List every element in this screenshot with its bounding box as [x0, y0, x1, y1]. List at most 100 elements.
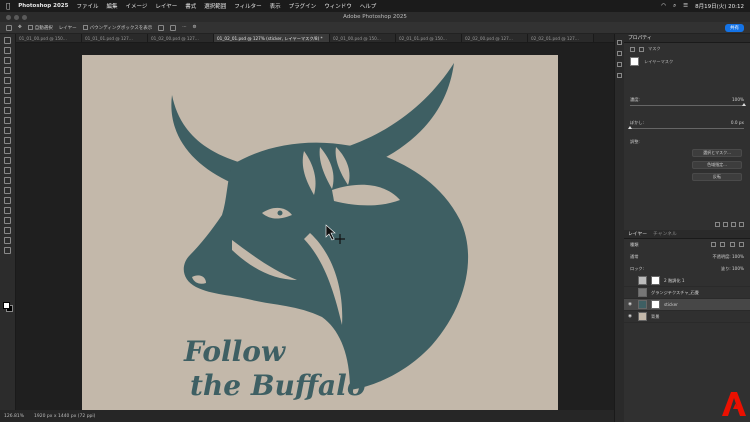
- invert-button[interactable]: 反転: [692, 173, 742, 181]
- eyedropper-tool-icon[interactable]: [4, 97, 11, 104]
- vector-mask-icon[interactable]: [639, 46, 644, 52]
- layer-row-threshold[interactable]: 2 階調化 1: [624, 275, 750, 287]
- delete-mask-icon[interactable]: [739, 222, 744, 227]
- lasso-tool-icon[interactable]: [4, 57, 11, 64]
- minimize-window-button[interactable]: [14, 15, 19, 20]
- tab-01-02-01[interactable]: 01_02_01.psd @ 127% (sticker, レイヤーマスク/8)…: [214, 34, 330, 42]
- object-select-tool-icon[interactable]: [4, 67, 11, 74]
- tab-layers[interactable]: レイヤー: [628, 230, 647, 238]
- share-button[interactable]: 共有: [725, 23, 744, 32]
- zoom-window-button[interactable]: [22, 15, 27, 20]
- tab-properties[interactable]: プロパティ: [628, 34, 652, 42]
- distribute-icon[interactable]: [170, 24, 177, 31]
- apply-mask-icon[interactable]: [723, 222, 728, 227]
- frame-tool-icon[interactable]: [4, 87, 11, 94]
- menu-image[interactable]: イメージ: [126, 2, 148, 10]
- tab-channels[interactable]: チャンネル: [653, 230, 677, 238]
- filter-shape-icon[interactable]: [739, 242, 744, 247]
- brush-tool-icon[interactable]: [4, 117, 11, 124]
- layer-row-sticker[interactable]: ◉ sticker: [624, 299, 750, 311]
- more-icon[interactable]: ···: [182, 25, 186, 30]
- pixel-mask-icon[interactable]: [630, 46, 635, 52]
- blur-tool-icon[interactable]: [4, 167, 11, 174]
- fill-value[interactable]: 100%: [732, 266, 744, 271]
- feather-slider-handle[interactable]: [628, 126, 632, 129]
- zoom-level[interactable]: 126.81%: [4, 414, 24, 419]
- eraser-tool-icon[interactable]: [4, 147, 11, 154]
- adjustments-panel-icon[interactable]: [617, 51, 622, 56]
- color-range-button[interactable]: 色域指定...: [692, 161, 742, 169]
- menu-edit[interactable]: 編集: [106, 2, 117, 10]
- zoom-tool-icon[interactable]: [4, 237, 11, 244]
- gradient-tool-icon[interactable]: [4, 157, 11, 164]
- feather-value[interactable]: 0.0 px: [731, 120, 744, 126]
- target-dropdown[interactable]: レイヤー: [59, 25, 77, 31]
- home-icon[interactable]: [6, 24, 12, 31]
- layer-kind-filter[interactable]: 種類: [630, 242, 638, 248]
- canvas-area[interactable]: Follow the Buffalo: [16, 43, 614, 415]
- hand-tool-icon[interactable]: [4, 227, 11, 234]
- tab-02-02-00[interactable]: 02_02_00.psd @ 127...: [462, 34, 528, 42]
- stamp-tool-icon[interactable]: [4, 127, 11, 134]
- menu-plugins[interactable]: プラグイン: [289, 2, 317, 10]
- move-tool-icon[interactable]: [4, 37, 11, 44]
- close-window-button[interactable]: [6, 15, 11, 20]
- align-icon[interactable]: [158, 24, 165, 31]
- tab-01-01-00[interactable]: 01_01_00.psd @ 150...: [16, 34, 82, 42]
- tab-01-01-01[interactable]: 01_01_01.psd @ 127...: [82, 34, 148, 42]
- control-center-icon[interactable]: ☰: [683, 3, 688, 9]
- filter-adjust-icon[interactable]: [720, 242, 726, 247]
- pen-tool-icon[interactable]: [4, 187, 11, 194]
- settings-icon[interactable]: ⚙: [193, 25, 197, 30]
- marquee-tool-icon[interactable]: [4, 47, 11, 54]
- wifi-icon[interactable]: ◠: [661, 3, 666, 9]
- document-canvas[interactable]: Follow the Buffalo: [82, 55, 558, 415]
- color-panel-icon[interactable]: [617, 73, 622, 78]
- opacity-value[interactable]: 100%: [732, 254, 744, 259]
- density-slider[interactable]: [630, 103, 746, 106]
- filter-pixel-icon[interactable]: [710, 242, 716, 247]
- menu-file[interactable]: ファイル: [76, 2, 98, 10]
- layer-row-background[interactable]: ◉ 背景: [624, 311, 750, 323]
- blend-mode-dropdown[interactable]: 通常: [630, 254, 638, 260]
- feather-slider[interactable]: [628, 126, 744, 129]
- eye-icon[interactable]: ◉: [628, 314, 634, 319]
- move-tool-icon[interactable]: ✥: [18, 25, 22, 30]
- healing-tool-icon[interactable]: [4, 107, 11, 114]
- filter-type-icon[interactable]: [729, 242, 735, 247]
- clock[interactable]: 8月19日(火) 20:12: [695, 2, 744, 10]
- more-tools-icon[interactable]: [4, 247, 11, 254]
- menu-select[interactable]: 選択範囲: [204, 2, 226, 10]
- menu-help[interactable]: ヘルプ: [360, 2, 377, 10]
- dodge-tool-icon[interactable]: [4, 177, 11, 184]
- foreground-color-swatch[interactable]: [3, 302, 10, 309]
- search-icon[interactable]: ⌕: [673, 3, 676, 10]
- app-menu[interactable]: Photoshop 2025: [18, 3, 68, 9]
- menu-view[interactable]: 表示: [270, 2, 281, 10]
- menu-type[interactable]: 書式: [185, 2, 196, 10]
- layer-row-texture[interactable]: グランジテクスチャ_石畳: [624, 287, 750, 299]
- shape-tool-icon[interactable]: [4, 217, 11, 224]
- tab-02-02-01[interactable]: 02_02_01.psd @ 127...: [528, 34, 594, 42]
- select-and-mask-button[interactable]: 選択とマスク...: [692, 149, 742, 157]
- type-tool-icon[interactable]: [4, 197, 11, 204]
- disable-mask-icon[interactable]: [731, 222, 736, 227]
- apple-icon[interactable]: : [6, 2, 10, 10]
- menu-filter[interactable]: フィルター: [234, 2, 261, 10]
- tab-01-02-00[interactable]: 01_02_00.psd @ 127...: [148, 34, 214, 42]
- history-panel-icon[interactable]: [617, 40, 622, 45]
- menu-window[interactable]: ウィンドウ: [324, 2, 352, 10]
- document-size[interactable]: 1920 px x 1440 px (72 ppi): [34, 414, 95, 419]
- path-select-tool-icon[interactable]: [4, 207, 11, 214]
- tab-02-01-00[interactable]: 02_01_00.psd @ 150...: [330, 34, 396, 42]
- density-slider-handle[interactable]: [742, 103, 746, 106]
- bounding-box-checkbox[interactable]: バウンディングボックスを表示: [82, 24, 152, 31]
- history-brush-tool-icon[interactable]: [4, 137, 11, 144]
- libraries-panel-icon[interactable]: [617, 62, 622, 67]
- eye-icon[interactable]: ◉: [628, 302, 634, 307]
- tab-02-01-01[interactable]: 02_01_01.psd @ 150...: [396, 34, 462, 42]
- auto-select-checkbox[interactable]: 自動選択: [27, 24, 53, 31]
- menu-layer[interactable]: レイヤー: [155, 2, 177, 10]
- load-selection-icon[interactable]: [715, 222, 720, 227]
- crop-tool-icon[interactable]: [4, 77, 11, 84]
